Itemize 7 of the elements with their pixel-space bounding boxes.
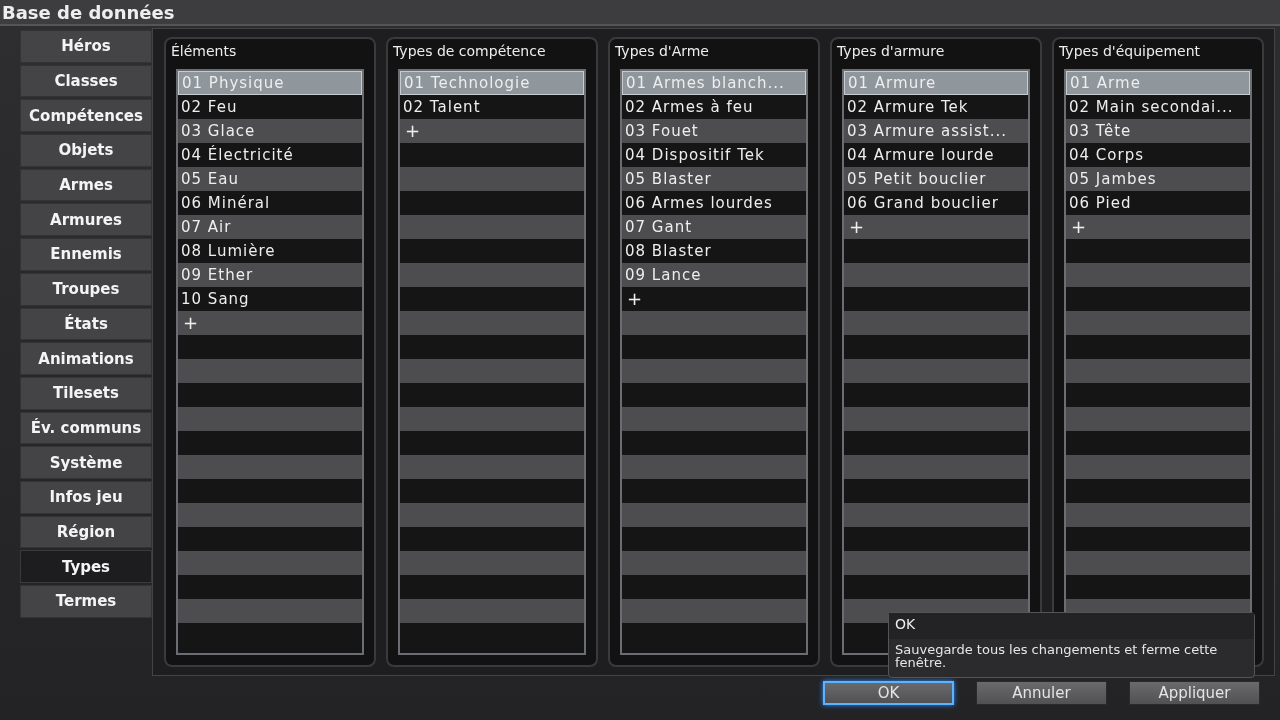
group-title: Types d'armure: [837, 42, 946, 61]
group-title: Types de compétence: [393, 42, 547, 61]
group-title: Types d'Arme: [615, 42, 710, 61]
window-title: Base de données: [1, 1, 175, 23]
tooltip-title: OK: [889, 613, 1254, 639]
group-title: Types d'équipement: [1059, 42, 1201, 61]
group-title: Éléments: [171, 42, 238, 61]
